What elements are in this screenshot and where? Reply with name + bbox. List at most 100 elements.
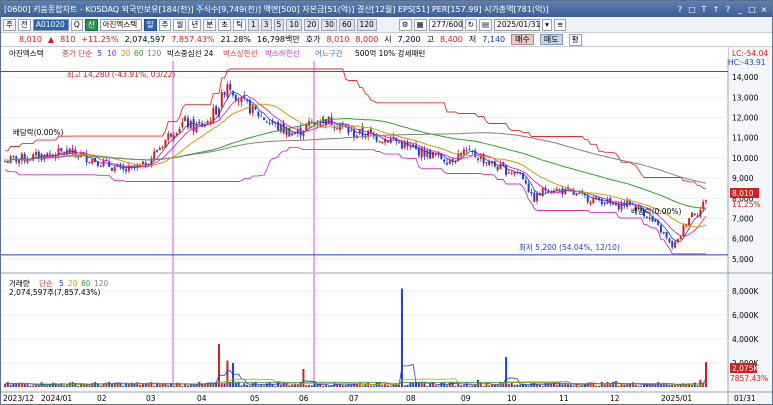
candle-body (445, 162, 448, 165)
volume-bar (527, 385, 530, 387)
interval-1[interactable]: 1 (247, 18, 259, 31)
candle-body (88, 161, 91, 163)
volume-bar (572, 385, 575, 387)
text-icon[interactable]: T (699, 4, 709, 15)
stock-button[interactable]: 주 (3, 18, 16, 31)
info-icon[interactable]: ? (723, 4, 733, 15)
options-icon[interactable]: ≡ (554, 18, 567, 31)
period-second[interactable]: 초 (218, 18, 232, 31)
period-week[interactable]: 주 (158, 18, 172, 31)
volume-bar (600, 381, 603, 387)
volume-bar (640, 385, 643, 387)
candle-body (507, 172, 510, 174)
calendar-icon[interactable]: ▤ (478, 18, 493, 31)
candle-body (536, 193, 539, 202)
period-month[interactable]: 월 (173, 18, 187, 31)
close-icon[interactable]: × (759, 4, 769, 15)
period-tick[interactable]: 틱 (233, 18, 246, 31)
code-input[interactable]: A01020 (32, 18, 69, 31)
volume-bar (674, 385, 677, 387)
candle-body (110, 168, 113, 171)
help-icon[interactable]: ? (675, 4, 685, 15)
current-price: 8,010 (19, 35, 42, 44)
price-axis-label: 11,000 (732, 134, 758, 143)
candle-body (378, 141, 381, 143)
interval-10[interactable]: 10 (286, 18, 302, 31)
ask-price: 8,000 (355, 35, 379, 44)
pin-icon[interactable]: □ (687, 4, 697, 15)
eval-button[interactable]: 평 (568, 33, 582, 46)
candle-body (263, 117, 266, 120)
buy-button[interactable]: 매수 (511, 34, 534, 45)
all-button[interactable]: 전 (17, 18, 31, 31)
credit-button[interactable]: 신 (84, 18, 98, 31)
candle-body (409, 146, 412, 148)
interval-3[interactable]: 3 (260, 18, 272, 31)
minimize-icon[interactable]: _ (735, 4, 745, 15)
grid-icon[interactable]: ▦ (413, 18, 427, 31)
candle-body (527, 183, 530, 192)
volume-bar (631, 382, 634, 387)
last-pct-tag: 11.25% (732, 200, 761, 209)
candle-body (234, 94, 237, 101)
volume-bar (186, 385, 189, 387)
open-label: 시 (384, 35, 392, 44)
interval-5[interactable]: 5 (273, 18, 285, 31)
candle-body (91, 159, 94, 164)
high-label: 고 (426, 35, 434, 44)
volume-bar (420, 382, 423, 387)
volume-bar (310, 385, 313, 387)
volume-bar (282, 382, 285, 387)
price-change: 810 (60, 35, 76, 44)
volume-bar (513, 384, 516, 387)
interval-30[interactable]: 30 (321, 18, 337, 31)
vol-ma-20: 20 (68, 279, 78, 288)
sell-button[interactable]: 매도 (539, 34, 563, 45)
candle-body (226, 84, 229, 97)
volume-bar (77, 386, 80, 388)
volume-bar (291, 384, 294, 387)
interval-120[interactable]: 120 (356, 18, 377, 31)
period-day[interactable]: 일 (143, 18, 157, 31)
volume-bar (99, 385, 102, 387)
calendar-picker-icon[interactable]: ▾ (542, 18, 553, 31)
vol-ma-60: 60 (81, 279, 91, 288)
candle-body (575, 192, 578, 196)
count-input[interactable]: 277/600 (428, 18, 463, 31)
volume-bar (665, 384, 668, 387)
div-label-right: 배당락(0.00%) (631, 206, 681, 216)
refresh-icon[interactable]: ↻ (464, 18, 477, 31)
up-icon[interactable]: ↑ (711, 4, 721, 15)
search-icon[interactable]: Q (70, 18, 83, 31)
settings-icon[interactable]: ⚙ (398, 18, 412, 31)
note-label: 500억 10% 강세패턴 (355, 48, 425, 58)
candle-body (299, 127, 302, 136)
candle-body (153, 151, 156, 160)
volume-bar (460, 385, 463, 387)
volume-bar (406, 384, 409, 387)
candle-body (533, 192, 536, 202)
candle-body (682, 224, 685, 236)
candle-body (617, 204, 620, 210)
interval-60[interactable]: 60 (338, 18, 355, 31)
price-axis-label: 12,000 (732, 114, 758, 123)
period-year[interactable]: 년 (188, 18, 202, 31)
chart-area[interactable]: 14,000 13,000 12,000 11,000 10,000 9,000 8,000… (1, 47, 772, 404)
date-input[interactable]: 2025/01/31 (494, 18, 540, 31)
candle-body (336, 127, 339, 130)
period-minute[interactable]: 분 (203, 18, 217, 31)
chart-window: [0600] 키움종합차트 - KOSDAQ 외국인보유[184(천)] 주식수… (0, 0, 773, 405)
volume-bar (555, 384, 558, 387)
volume-bar (65, 385, 68, 387)
volume-bar (322, 386, 325, 388)
volume-bar (530, 383, 533, 387)
interval-20[interactable]: 20 (303, 18, 320, 31)
maximize-icon[interactable]: □ (747, 4, 757, 15)
volume-bar (37, 385, 40, 387)
volume-bar (246, 384, 249, 387)
candle-body (603, 202, 606, 204)
x-axis-label: 06 (299, 394, 309, 403)
volume-bar (372, 385, 375, 387)
candle-body (23, 154, 26, 162)
volume-bar (279, 384, 282, 387)
